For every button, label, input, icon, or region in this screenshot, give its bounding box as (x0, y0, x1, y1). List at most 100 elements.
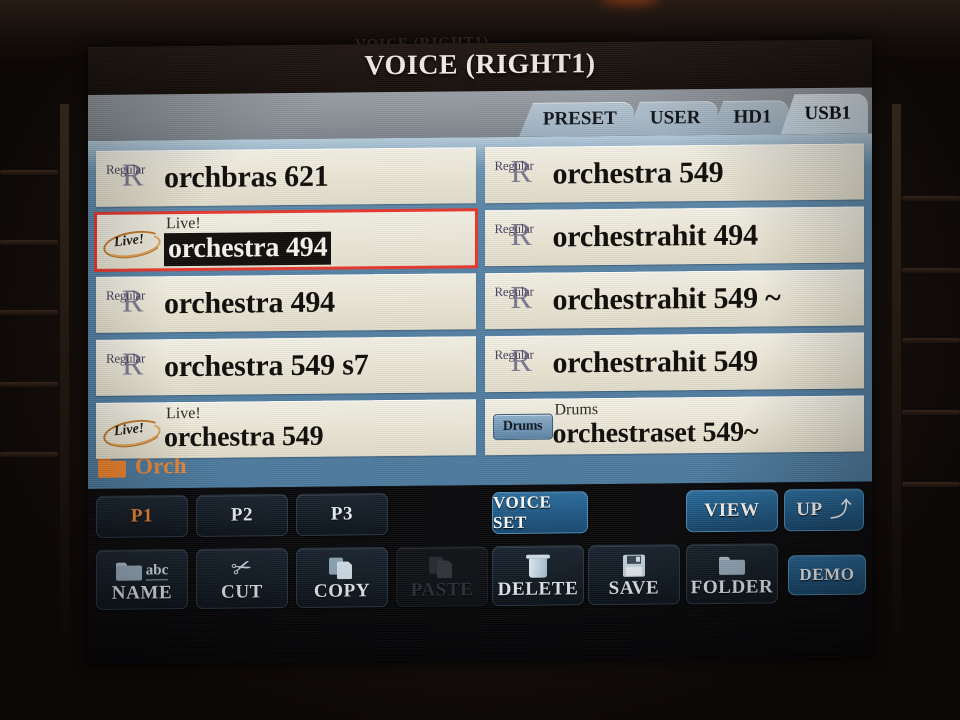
button-label-row: P3 (331, 503, 353, 525)
button-label-row: SAVE (609, 577, 660, 599)
voice-badge: R Regular (491, 153, 553, 198)
button-label-row: COPY (314, 580, 370, 603)
voice-badge: Live! (101, 219, 165, 264)
scissors-icon: ✂ (228, 552, 256, 584)
voice-list-item[interactable]: Live! Live! orchestra 549 (96, 399, 476, 459)
button-cell: DELETE (492, 545, 584, 607)
folder-icon (719, 556, 745, 575)
button-cell: DEMO (788, 554, 866, 596)
bezel-button-r4[interactable] (902, 410, 960, 415)
voice-list-item[interactable]: R Regular orchestra 494 (96, 273, 476, 333)
button-label-row: VIEW (704, 500, 759, 523)
live-badge-icon: Live! (101, 414, 165, 452)
voice-list-item[interactable]: R Regular orchestrahit 549 (484, 332, 864, 393)
button-label: DELETE (497, 577, 579, 600)
button-cell: FOLDER (686, 543, 778, 605)
paste-icon (429, 556, 455, 578)
bezel-button-l2[interactable] (0, 240, 58, 245)
tab-usb1[interactable]: USB1 (781, 94, 868, 135)
p2-button[interactable]: P2 (196, 494, 288, 537)
button-cell: P2 (196, 494, 288, 537)
button-icon: abc (115, 555, 169, 582)
button-cell: abc NAME (96, 549, 188, 610)
voice-list-item[interactable]: R Regular orchestra 549 s7 (96, 336, 476, 396)
voice-badge: R Regular (491, 216, 553, 261)
voice-list-item[interactable]: R Regular orchestrahit 549 ~ (484, 269, 865, 330)
paste-button: PASTE (396, 546, 488, 608)
voice-column-left: R Regular orchbras 621 Live! Live! orchestra … (94, 147, 478, 489)
bezel-button-r1[interactable] (902, 196, 960, 201)
tab-label: PRESET (542, 107, 617, 130)
button-label-row: FOLDER (691, 576, 774, 599)
voice-badge: R Regular (491, 279, 553, 324)
bezel-button-l3[interactable] (0, 310, 58, 315)
bezel-button-r5[interactable] (902, 482, 960, 487)
voice-list-item[interactable]: R Regular orchestra 549 (484, 143, 864, 204)
keyboard-photo: VOICE (RIGHT1) VOICE (RIGHT1) PRESETUSER… (0, 0, 960, 720)
voice-list-item[interactable]: R Regular orchestrahit 494 (484, 206, 864, 267)
bezel-button-l1[interactable] (0, 170, 58, 175)
button-label: DEMO (799, 564, 855, 585)
tab-hd1[interactable]: HD1 (710, 100, 789, 135)
tab-user[interactable]: USER (626, 101, 718, 136)
save-button[interactable]: SAVE (588, 544, 680, 606)
button-label-row: UP ⤴ (796, 496, 852, 522)
arrow-up-icon: ⤴ (829, 496, 852, 522)
live-badge-icon: Live! (101, 225, 165, 263)
voice-column-right: R Regular orchestra 549 R Regular orchestrahi… (484, 143, 865, 486)
button-label-row: PASTE (411, 579, 474, 602)
folder-button[interactable]: FOLDER (686, 543, 778, 605)
demo-button[interactable]: DEMO (788, 554, 866, 596)
button-label-row: NAME (112, 582, 172, 605)
button-icon (623, 550, 645, 577)
voice-badge: Live! (101, 408, 165, 453)
voice-name: orchestra 549 s7 (164, 348, 369, 384)
bezel-button-l5[interactable] (0, 452, 58, 457)
tab-preset[interactable]: PRESET (519, 102, 634, 137)
voice-labels: orchestrahit 549 ~ (553, 272, 865, 327)
button-icon (526, 551, 550, 578)
button-cell: COPY (296, 547, 388, 609)
p3-button[interactable]: P3 (296, 493, 388, 537)
button-label: COPY (313, 579, 371, 602)
voice-labels: Live! orchestra 494 (164, 212, 476, 267)
floppy-disk-icon (623, 554, 645, 577)
voice-list-item[interactable]: Live! Live! orchestra 494 (94, 208, 478, 273)
view-button[interactable]: VIEW (686, 489, 778, 533)
copy-button[interactable]: COPY (296, 547, 388, 609)
button-label: FOLDER (690, 575, 774, 598)
voice-name: orchestraset 549~ (552, 416, 759, 450)
bezel-button-l4[interactable] (0, 382, 58, 387)
voice-name: orchestra 549 (552, 155, 724, 191)
voice-name: orchestrahit 549 (552, 344, 758, 380)
button-icon: ✂ (228, 552, 255, 583)
delete-button[interactable]: DELETE (492, 545, 584, 607)
button-cell: VOICE SET (492, 491, 588, 535)
name-button[interactable]: abc NAME (96, 549, 188, 610)
voice-list-item[interactable]: Drums Drums orchestraset 549~ (484, 395, 864, 456)
p1-button[interactable]: P1 (96, 495, 188, 538)
regular-badge-icon: R Regular (494, 341, 534, 378)
voice-name: orchestra 494 (164, 231, 332, 267)
voice-set-button[interactable]: VOICE SET (492, 491, 588, 535)
button-label-row: CUT (221, 581, 263, 603)
button-icon (429, 552, 455, 578)
voice-name: orchestra 494 (164, 285, 335, 321)
bezel-button-r3[interactable] (902, 338, 960, 343)
voice-labels: orchestra 494 (164, 275, 476, 330)
cut-button[interactable]: ✂ CUT (196, 548, 288, 609)
button-label-row: VOICE SET (493, 492, 587, 533)
regular-badge-icon: R Regular (106, 345, 146, 382)
button-cell: P3 (296, 493, 388, 537)
voice-list-item[interactable]: R Regular orchbras 621 (96, 147, 476, 207)
left-bezel-rail (60, 104, 69, 644)
button-deck-bottom: abc NAME ✂ CUT COPY PASTE DELETE SAVE FOLDER DEMO (88, 537, 872, 665)
button-label-row: P2 (231, 504, 253, 526)
bezel-button-r2[interactable] (902, 268, 960, 273)
button-label: NAME (111, 581, 173, 604)
drums-badge-icon: Drums (492, 413, 553, 441)
button-label: P2 (230, 504, 254, 526)
button-label: VOICE SET (493, 492, 552, 533)
up-button[interactable]: UP ⤴ (784, 488, 864, 532)
voice-category: Live! (166, 214, 201, 233)
